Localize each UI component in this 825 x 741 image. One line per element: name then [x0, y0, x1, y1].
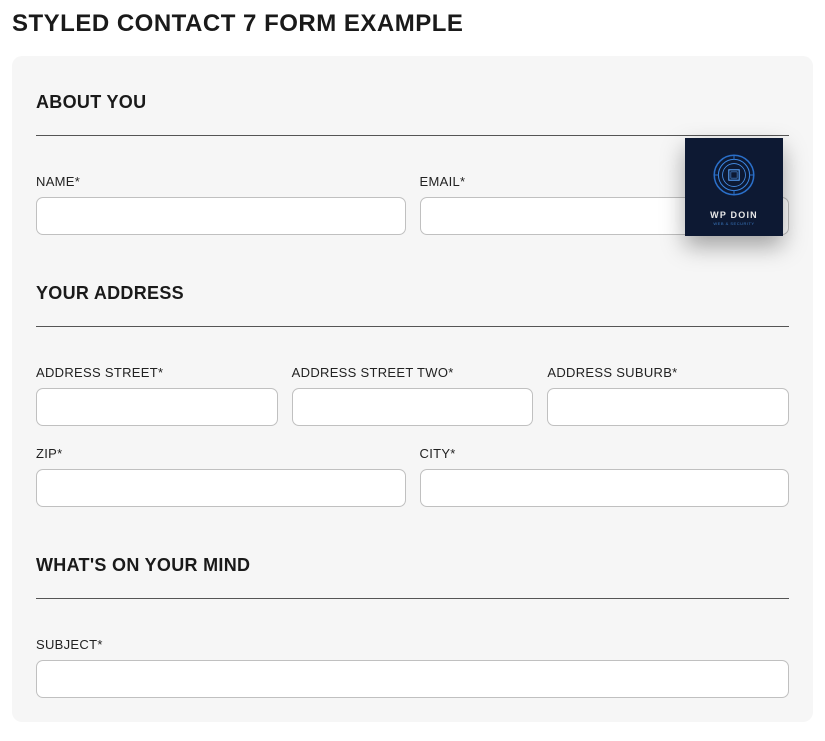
- section-about: ABOUT YOU NAME* EMAIL*: [36, 92, 789, 235]
- field-group-suburb: ADDRESS SUBURB*: [547, 365, 789, 426]
- field-group-name: NAME*: [36, 174, 406, 235]
- form-card: ABOUT YOU NAME* EMAIL* YOUR ADDRESS ADDR…: [12, 56, 813, 722]
- chip-icon: [708, 149, 760, 206]
- logo-subtext: WEB & SECURITY: [713, 221, 754, 226]
- subject-label: SUBJECT*: [36, 637, 789, 652]
- row-address-1: ADDRESS STREET* ADDRESS STREET TWO* ADDR…: [36, 365, 789, 426]
- row-mind: SUBJECT*: [36, 637, 789, 698]
- city-input[interactable]: [420, 469, 790, 507]
- row-address-2: ZIP* CITY*: [36, 446, 789, 507]
- suburb-input[interactable]: [547, 388, 789, 426]
- zip-label: ZIP*: [36, 446, 406, 461]
- name-label: NAME*: [36, 174, 406, 189]
- page-title: STYLED CONTACT 7 FORM EXAMPLE: [0, 0, 825, 56]
- city-label: CITY*: [420, 446, 790, 461]
- suburb-label: ADDRESS SUBURB*: [547, 365, 789, 380]
- street-two-input[interactable]: [292, 388, 534, 426]
- field-group-subject: SUBJECT*: [36, 637, 789, 698]
- name-input[interactable]: [36, 197, 406, 235]
- divider-address: [36, 326, 789, 327]
- street-input[interactable]: [36, 388, 278, 426]
- field-group-zip: ZIP*: [36, 446, 406, 507]
- zip-input[interactable]: [36, 469, 406, 507]
- street-two-label: ADDRESS STREET TWO*: [292, 365, 534, 380]
- field-group-city: CITY*: [420, 446, 790, 507]
- section-heading-address: YOUR ADDRESS: [36, 283, 789, 304]
- street-label: ADDRESS STREET*: [36, 365, 278, 380]
- row-about: NAME* EMAIL*: [36, 174, 789, 235]
- logo-text: WP DOIN: [710, 210, 758, 220]
- section-address: YOUR ADDRESS ADDRESS STREET* ADDRESS STR…: [36, 283, 789, 507]
- field-group-street: ADDRESS STREET*: [36, 365, 278, 426]
- section-heading-about: ABOUT YOU: [36, 92, 789, 113]
- subject-input[interactable]: [36, 660, 789, 698]
- section-heading-mind: WHAT'S ON YOUR MIND: [36, 555, 789, 576]
- divider-about: [36, 135, 789, 136]
- section-mind: WHAT'S ON YOUR MIND SUBJECT*: [36, 555, 789, 698]
- field-group-street-two: ADDRESS STREET TWO*: [292, 365, 534, 426]
- logo-badge: WP DOIN WEB & SECURITY: [685, 138, 783, 236]
- divider-mind: [36, 598, 789, 599]
